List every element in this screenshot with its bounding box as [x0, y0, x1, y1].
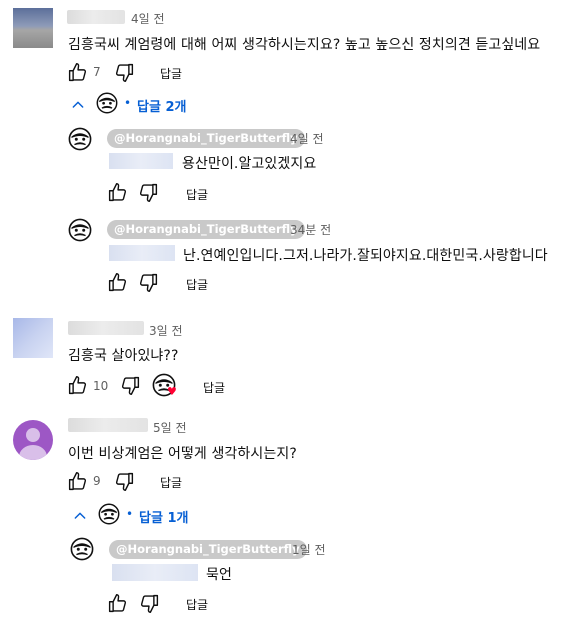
- reply-button[interactable]: 답글: [186, 596, 208, 613]
- creator-heart-icon: ♥: [167, 385, 177, 398]
- thumbs-down-icon[interactable]: [139, 593, 160, 614]
- like-count: 9: [93, 474, 101, 488]
- thumbs-down-icon[interactable]: [138, 182, 159, 203]
- like-count: 10: [93, 379, 109, 393]
- mention-blurred[interactable]: [109, 245, 175, 261]
- author-name-blurred[interactable]: [68, 321, 144, 335]
- chevron-up-icon: [70, 97, 86, 113]
- action-bar: 9 답글: [66, 470, 266, 492]
- chevron-up-icon: [72, 508, 88, 524]
- thumbs-up-icon[interactable]: [107, 182, 128, 203]
- bullet-dot: •: [126, 507, 134, 521]
- reply-button[interactable]: 답글: [203, 379, 225, 396]
- reply-time: 34분 전: [290, 223, 332, 237]
- thumbs-up-icon[interactable]: [67, 375, 88, 396]
- reply-button[interactable]: 답글: [160, 65, 182, 82]
- reply-text: 용산만이.알고있겠지요: [182, 156, 317, 172]
- mention-blurred[interactable]: [109, 153, 173, 169]
- reply-author-chip[interactable]: @Horangnabi_TigerButterfly: [109, 540, 307, 559]
- replies-toggle[interactable]: • 답글 2개: [70, 92, 230, 116]
- replies-count-label: 답글 2개: [137, 100, 187, 115]
- avatar[interactable]: [13, 8, 53, 48]
- thumbs-down-icon[interactable]: [114, 62, 135, 83]
- creator-avatar-icon[interactable]: [68, 127, 92, 151]
- thumbs-down-icon[interactable]: [120, 375, 141, 396]
- reply-button[interactable]: 답글: [160, 474, 182, 491]
- like-count: 7: [93, 65, 101, 79]
- comment-text: 김흥국씨 계엄령에 대해 어찌 생각하시는지요? 높고 높으신 정치의견 듣고싶…: [68, 37, 541, 53]
- reply-text: 묵언: [206, 567, 232, 583]
- replies-count-label: 답글 1개: [139, 511, 189, 526]
- thumbs-down-icon[interactable]: [138, 272, 159, 293]
- comment-time: 3일 전: [149, 324, 183, 338]
- creator-avatar-icon: [96, 92, 118, 114]
- reply-time: 4일 전: [290, 132, 324, 146]
- author-name-blurred[interactable]: [68, 418, 148, 432]
- thumbs-up-icon[interactable]: [67, 471, 88, 492]
- reply-text: 난.연예인입니다.그저.나라가.잘되야지요.대한민국.사랑합니다: [183, 248, 548, 264]
- avatar[interactable]: [13, 420, 53, 460]
- avatar[interactable]: [13, 318, 53, 358]
- reply-author-chip[interactable]: @Horangnabi_TigerButterfly: [107, 220, 305, 239]
- creator-avatar-icon[interactable]: [70, 537, 94, 561]
- thumbs-up-icon[interactable]: [107, 593, 128, 614]
- reply-time: 1일 전: [292, 543, 326, 557]
- comment-text: 김흥국 살아있냐??: [68, 348, 179, 364]
- mention-blurred[interactable]: [112, 564, 198, 581]
- creator-avatar-icon: [98, 503, 120, 525]
- replies-toggle[interactable]: • 답글 1개: [72, 503, 232, 527]
- reply-button[interactable]: 답글: [186, 276, 208, 293]
- avatar-body: [19, 445, 47, 460]
- comment-time: 4일 전: [131, 12, 165, 26]
- thumbs-down-icon[interactable]: [114, 471, 135, 492]
- comment-text: 이번 비상계엄은 어떻게 생각하시는지?: [68, 446, 297, 462]
- thumbs-up-icon[interactable]: [107, 272, 128, 293]
- action-bar: 7 답글: [66, 61, 266, 83]
- creator-avatar-icon[interactable]: [68, 218, 92, 242]
- author-name-blurred[interactable]: [67, 10, 125, 24]
- reply-button[interactable]: 답글: [186, 186, 208, 203]
- thumbs-up-icon[interactable]: [67, 62, 88, 83]
- bullet-dot: •: [124, 96, 132, 110]
- comment-time: 5일 전: [153, 421, 187, 435]
- reply-author-chip[interactable]: @Horangnabi_TigerButterfly: [107, 129, 305, 148]
- action-bar: 10 ♥ 답글: [66, 373, 266, 399]
- avatar-head: [26, 428, 40, 442]
